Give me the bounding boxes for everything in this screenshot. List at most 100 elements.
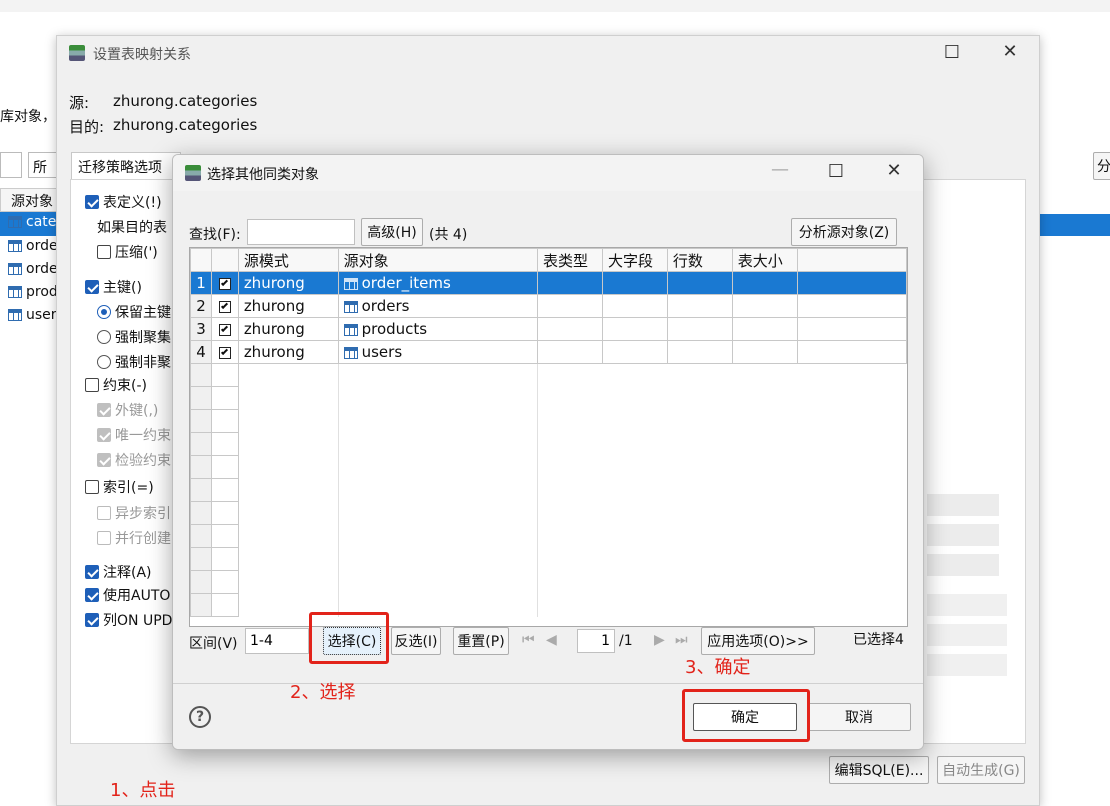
checkbox[interactable] bbox=[97, 453, 111, 467]
checkbox[interactable] bbox=[85, 378, 99, 392]
table-row[interactable]: 4 zhurong users bbox=[190, 340, 907, 364]
minimize-icon[interactable]: — bbox=[765, 159, 795, 180]
row-checkbox[interactable] bbox=[218, 346, 231, 359]
left-panel-input[interactable] bbox=[0, 152, 22, 178]
prev-page-icon[interactable]: ◀ bbox=[546, 632, 557, 648]
column-header[interactable]: 源模式 bbox=[237, 248, 339, 272]
option-item[interactable]: 压缩(') bbox=[97, 242, 158, 262]
radio-button[interactable] bbox=[97, 330, 111, 344]
row-checkbox-cell[interactable] bbox=[210, 501, 239, 525]
table-row[interactable] bbox=[190, 501, 907, 525]
first-page-icon[interactable]: ⏮ bbox=[522, 632, 535, 648]
next-page-icon[interactable]: ▶ bbox=[654, 632, 665, 648]
checkbox[interactable] bbox=[85, 565, 99, 579]
auto-generate-button[interactable]: 自动生成(G) bbox=[937, 756, 1025, 784]
column-header[interactable]: 表大小 bbox=[731, 248, 798, 272]
column-header[interactable]: 表类型 bbox=[537, 248, 603, 272]
option-item[interactable]: 强制非聚 bbox=[97, 352, 171, 372]
table-row[interactable] bbox=[190, 547, 907, 571]
checkbox[interactable] bbox=[97, 531, 111, 545]
row-checkbox-cell[interactable] bbox=[210, 478, 239, 502]
option-item[interactable]: 保留主键 bbox=[97, 302, 171, 322]
option-item[interactable]: 异步索引 bbox=[97, 503, 171, 523]
row-checkbox-cell[interactable] bbox=[210, 455, 239, 479]
row-checkbox-cell[interactable] bbox=[210, 432, 239, 456]
option-item[interactable]: 并行创建 bbox=[97, 528, 171, 548]
reset-button[interactable]: 重置(P) bbox=[453, 627, 509, 655]
page-input[interactable] bbox=[577, 629, 615, 653]
checkbox[interactable] bbox=[85, 280, 99, 294]
table-row[interactable]: 1 zhurong order_items bbox=[190, 271, 907, 295]
checkbox[interactable] bbox=[97, 403, 111, 417]
help-icon[interactable]: ? bbox=[189, 706, 211, 728]
source-object-item[interactable]: cate bbox=[0, 212, 58, 236]
maximize-icon[interactable]: ☐ bbox=[937, 42, 967, 63]
option-item[interactable]: 唯一约束 bbox=[97, 425, 171, 445]
last-page-icon[interactable]: ⏭ bbox=[675, 632, 688, 648]
option-item[interactable]: 检验约束 bbox=[97, 450, 171, 470]
table-row[interactable] bbox=[190, 386, 907, 410]
radio-button[interactable] bbox=[97, 305, 111, 319]
apply-options-button[interactable]: 应用选项(O)>> bbox=[701, 627, 815, 655]
column-header[interactable]: 行数 bbox=[666, 248, 733, 272]
row-checkbox-cell[interactable] bbox=[210, 547, 239, 571]
table-row[interactable] bbox=[190, 455, 907, 479]
maximize-icon[interactable]: ☐ bbox=[821, 161, 851, 182]
table-row[interactable] bbox=[190, 478, 907, 502]
option-item[interactable]: 强制聚集 bbox=[97, 327, 171, 347]
cancel-button[interactable]: 取消 bbox=[807, 703, 911, 731]
checkbox[interactable] bbox=[85, 588, 99, 602]
checkbox[interactable] bbox=[97, 245, 111, 259]
row-checkbox-cell[interactable] bbox=[210, 570, 239, 594]
close-icon[interactable]: ✕ bbox=[879, 160, 909, 181]
option-item[interactable]: 列ON UPD bbox=[85, 610, 172, 630]
option-item[interactable]: 表定义(!) bbox=[85, 192, 162, 212]
close-icon[interactable]: ✕ bbox=[995, 41, 1025, 62]
source-object-item[interactable]: user bbox=[0, 305, 58, 328]
source-object-item[interactable]: orde bbox=[0, 236, 58, 259]
right-partial-button[interactable]: 分 bbox=[1093, 152, 1110, 180]
row-checkbox-cell[interactable] bbox=[210, 363, 239, 387]
option-item[interactable]: 外键(,) bbox=[97, 400, 158, 420]
row-checkbox-cell[interactable] bbox=[210, 386, 239, 410]
table-row[interactable] bbox=[190, 409, 907, 433]
checkbox[interactable] bbox=[85, 613, 99, 627]
row-checkbox-cell[interactable] bbox=[210, 271, 239, 295]
row-checkbox[interactable] bbox=[218, 323, 231, 336]
analyze-source-button[interactable]: 分析源对象(Z) bbox=[791, 218, 897, 246]
invert-select-button[interactable]: 反选(I) bbox=[391, 627, 441, 655]
advanced-button[interactable]: 高级(H) bbox=[361, 218, 423, 246]
row-checkbox-cell[interactable] bbox=[210, 294, 239, 318]
row-checkbox-cell[interactable] bbox=[210, 524, 239, 548]
table-row[interactable] bbox=[190, 593, 907, 617]
table-row[interactable]: 2 zhurong orders bbox=[190, 294, 907, 318]
table-row[interactable] bbox=[190, 570, 907, 594]
checkbox[interactable] bbox=[97, 428, 111, 442]
row-checkbox[interactable] bbox=[218, 300, 231, 313]
option-item[interactable]: 使用AUTO bbox=[85, 585, 170, 605]
range-input[interactable] bbox=[245, 628, 309, 654]
edit-sql-button[interactable]: 编辑SQL(E)... bbox=[829, 756, 929, 784]
column-header[interactable]: 大字段 bbox=[601, 248, 668, 272]
table-row[interactable]: 3 zhurong products bbox=[190, 317, 907, 341]
table-row[interactable] bbox=[190, 524, 907, 548]
search-input[interactable] bbox=[247, 219, 355, 245]
option-item[interactable]: 注释(A) bbox=[85, 562, 152, 582]
checkbox[interactable] bbox=[97, 506, 111, 520]
row-checkbox-cell[interactable] bbox=[210, 409, 239, 433]
tab-migration-options[interactable]: 迁移策略选项 bbox=[71, 152, 181, 180]
row-checkbox-cell[interactable] bbox=[210, 317, 239, 341]
checkbox[interactable] bbox=[85, 195, 99, 209]
row-checkbox[interactable] bbox=[218, 277, 231, 290]
option-item[interactable]: 主键() bbox=[85, 277, 142, 297]
checkbox[interactable] bbox=[85, 480, 99, 494]
column-header[interactable]: 源对象 bbox=[337, 248, 539, 272]
radio-button[interactable] bbox=[97, 355, 111, 369]
table-row[interactable] bbox=[190, 432, 907, 456]
table-row[interactable] bbox=[190, 363, 907, 387]
row-checkbox-cell[interactable] bbox=[210, 340, 239, 364]
option-item[interactable]: 索引(=) bbox=[85, 477, 154, 497]
option-item[interactable]: 约束(-) bbox=[85, 375, 147, 395]
source-object-item[interactable]: orde bbox=[0, 259, 58, 282]
source-object-item[interactable]: prod bbox=[0, 282, 58, 305]
